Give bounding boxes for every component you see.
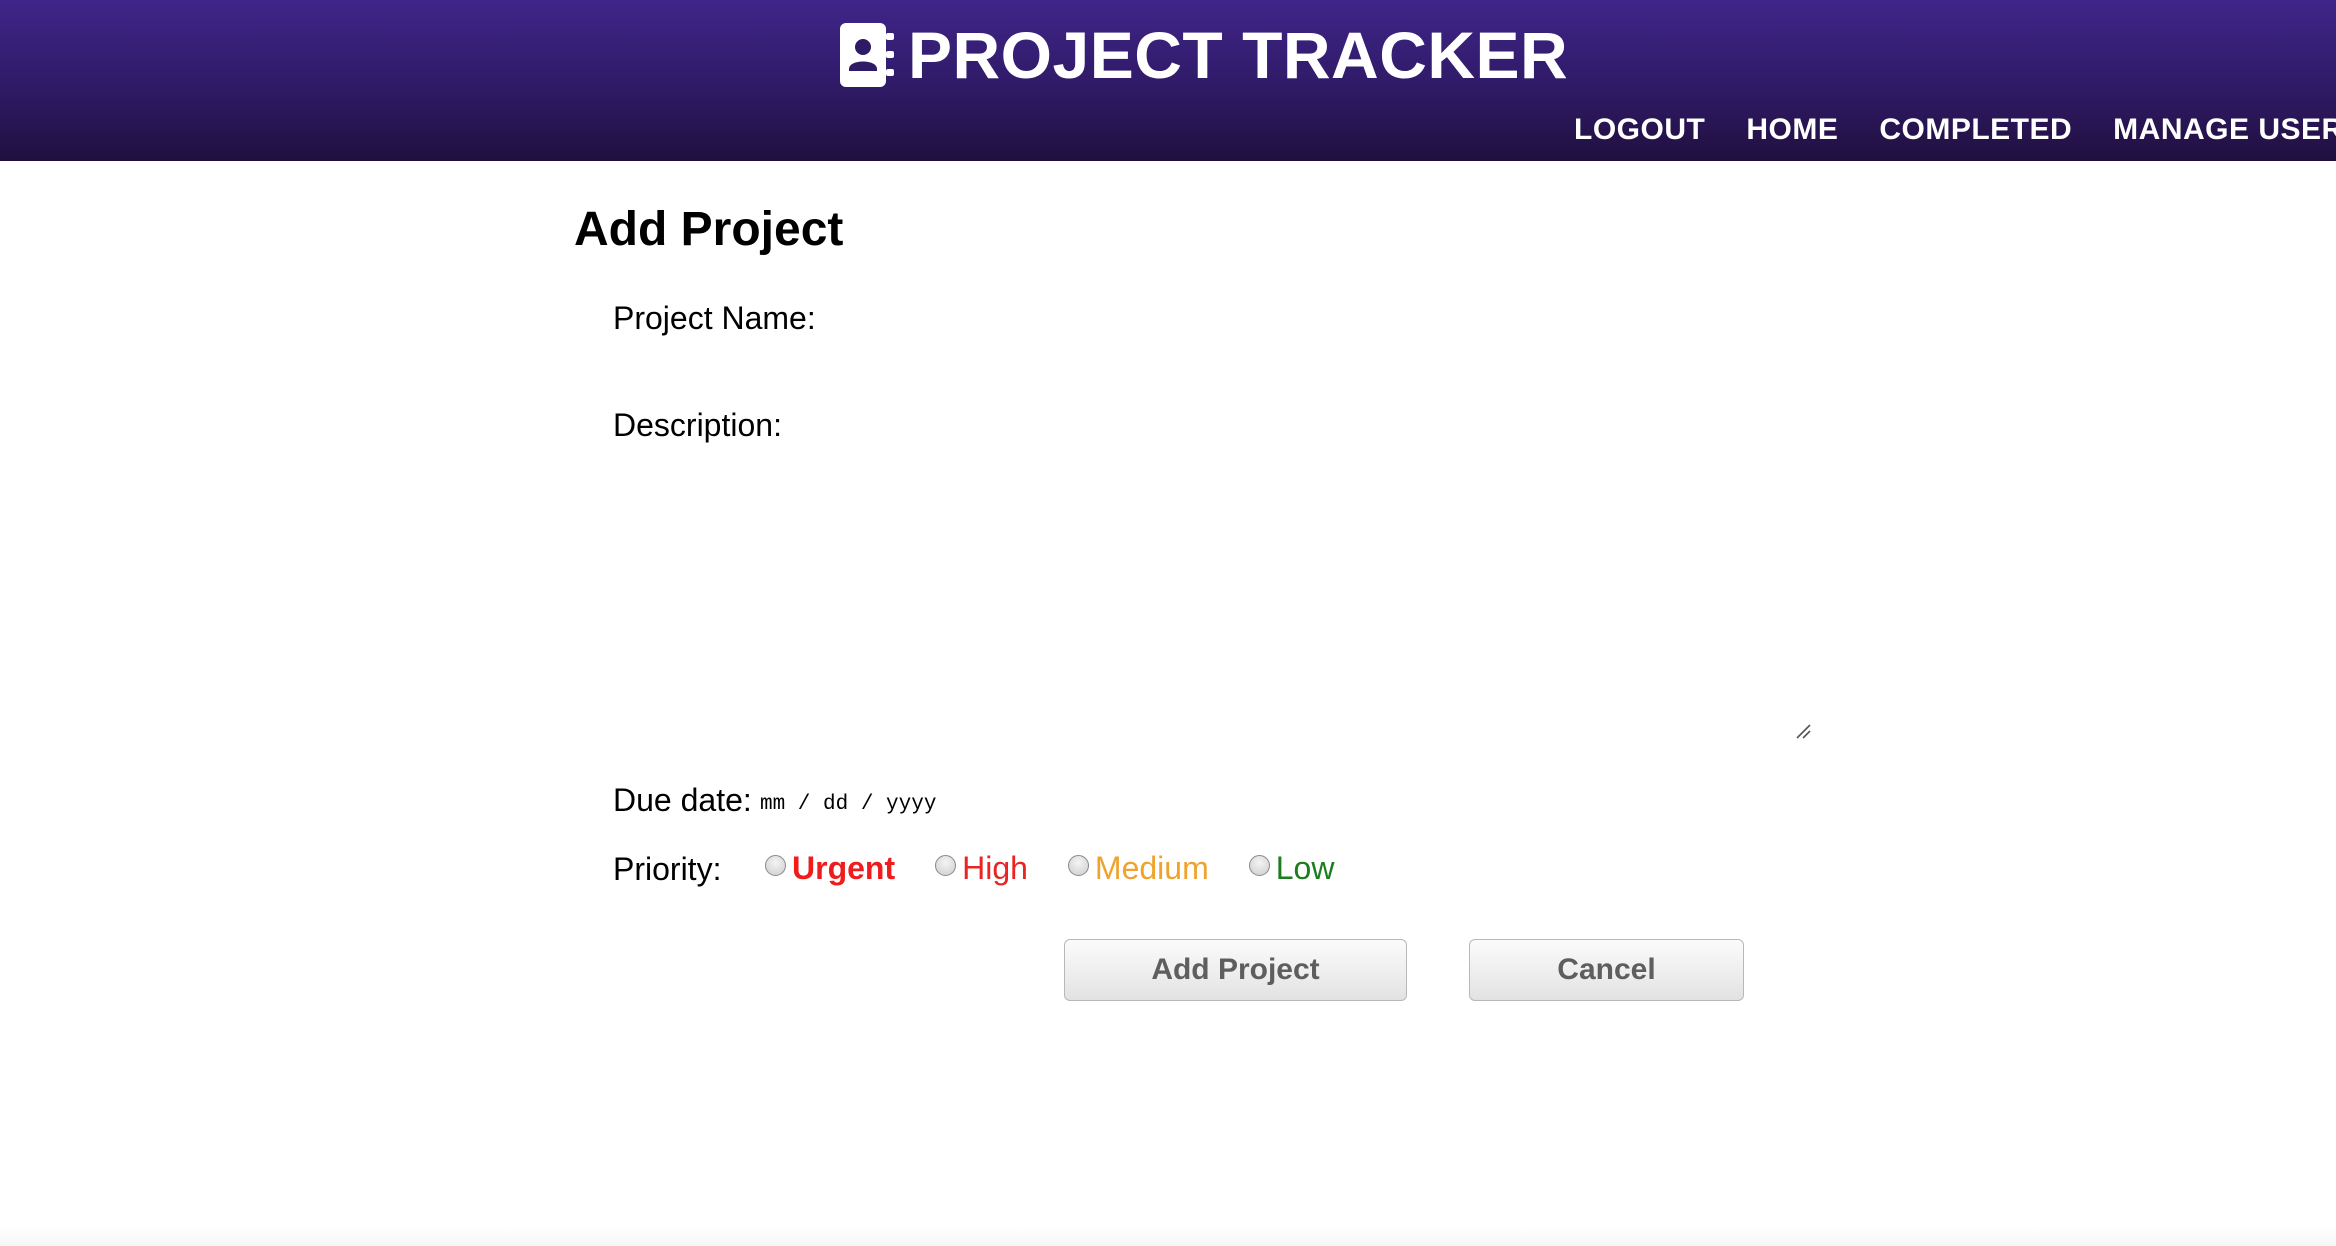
due-date-input[interactable]: mm / dd / yyyy [760,790,936,820]
nav-manage-users[interactable]: MANAGE USERS [2113,110,2336,150]
due-date-label: Due date: [613,782,752,818]
radio-button[interactable] [1248,854,1270,876]
cancel-button[interactable]: Cancel [1469,939,1744,1001]
app-header: PROJECT TRACKER LOGOUT HOME COMPLETED MA… [0,0,2336,161]
brand[interactable]: PROJECT TRACKER [840,20,1568,90]
page-title: Add Project [574,203,844,256]
project-name-label: Project Name: [613,300,816,336]
add-project-button[interactable]: Add Project [1064,939,1407,1001]
priority-radio-group: Urgent High Medium Low [765,848,1334,888]
radio-button[interactable] [935,854,957,876]
priority-option-label: High [962,850,1028,886]
page-bottom-shade [0,1226,2336,1246]
priority-option-label: Medium [1094,850,1209,886]
app-title: PROJECT TRACKER [908,18,1569,92]
radio-button[interactable] [765,854,786,876]
nav-home[interactable]: HOME [1746,110,1838,150]
nav-logout[interactable]: LOGOUT [1574,110,1705,150]
main-nav: LOGOUT HOME COMPLETED MANAGE USERS [1574,110,2336,150]
project-name-input[interactable] [830,296,1814,342]
contact-book-icon [840,23,894,87]
nav-completed[interactable]: COMPLETED [1879,110,2072,150]
description-label: Description: [613,407,782,443]
priority-option-low[interactable]: Low [1248,848,1335,888]
priority-option-high[interactable]: High [935,848,1028,888]
description-textarea[interactable] [830,400,1818,744]
priority-option-medium[interactable]: Medium [1067,848,1209,888]
priority-label: Priority: [613,851,722,887]
resize-grip-icon[interactable] [1794,722,1812,740]
priority-option-label: Urgent [792,850,896,886]
radio-button[interactable] [1067,854,1089,876]
priority-option-label: Low [1275,850,1335,886]
priority-option-urgent[interactable]: Urgent [765,848,895,888]
